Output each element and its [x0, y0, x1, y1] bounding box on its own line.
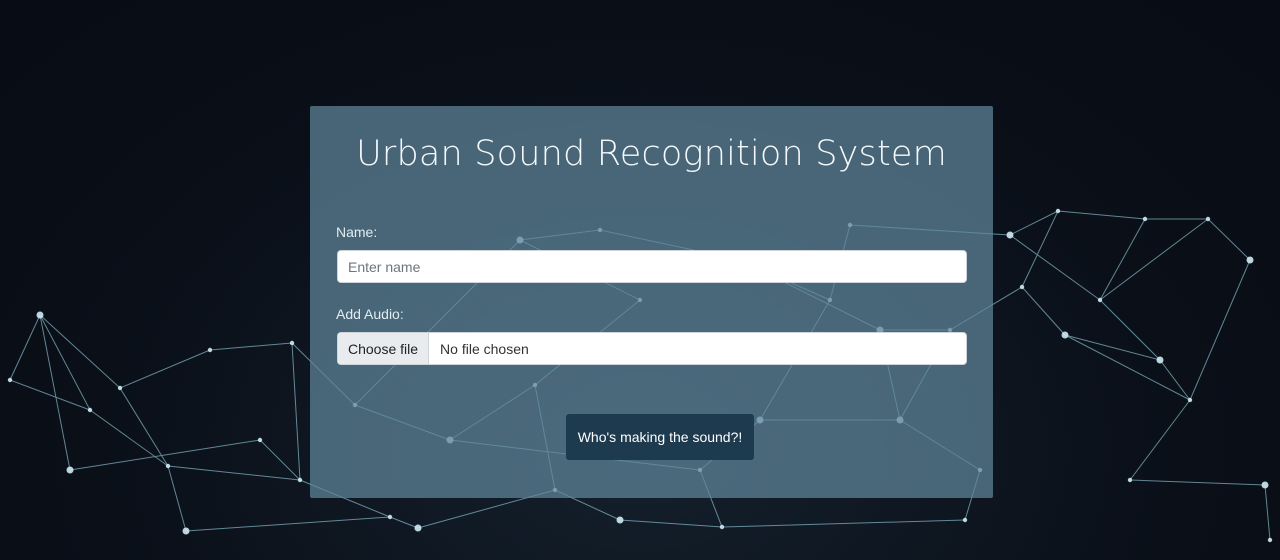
- network-node: [7, 377, 13, 383]
- network-line: [1064, 334, 1161, 361]
- network-node: [257, 437, 263, 443]
- page-title: Urban Sound Recognition System: [356, 134, 947, 174]
- network-node: [165, 463, 171, 469]
- network-line: [209, 342, 293, 351]
- network-line: [1064, 334, 1191, 401]
- network-line: [119, 387, 169, 467]
- audio-file-input[interactable]: Choose file No file chosen: [337, 332, 967, 365]
- network-line: [1099, 218, 1146, 301]
- network-line: [1009, 210, 1059, 236]
- network-line: [39, 314, 91, 411]
- network-node: [1142, 216, 1148, 222]
- network-line: [1009, 234, 1101, 301]
- network-line: [1021, 210, 1059, 288]
- network-line: [167, 465, 301, 481]
- network-line: [69, 439, 261, 471]
- network-line: [389, 516, 419, 529]
- network-node: [1156, 356, 1164, 364]
- network-line: [619, 519, 723, 528]
- submit-button[interactable]: Who's making the sound?!: [566, 414, 754, 460]
- network-line: [721, 519, 966, 528]
- network-node: [1187, 397, 1193, 403]
- network-line: [1189, 259, 1251, 401]
- network-node: [1061, 331, 1069, 339]
- network-node: [36, 311, 44, 319]
- network-node: [1267, 537, 1273, 543]
- network-node: [117, 385, 123, 391]
- network-node: [1127, 477, 1133, 483]
- network-node: [87, 407, 93, 413]
- network-line: [1021, 286, 1066, 336]
- network-node: [66, 466, 74, 474]
- network-node: [719, 524, 725, 530]
- network-line: [185, 516, 391, 532]
- network-node: [962, 517, 968, 523]
- network-line: [89, 409, 169, 467]
- network-node: [1055, 208, 1061, 214]
- network-node: [289, 340, 295, 346]
- network-node: [387, 514, 393, 520]
- network-line: [1264, 484, 1271, 541]
- network-node: [297, 477, 303, 483]
- name-label: Name:: [336, 224, 378, 240]
- network-line: [1099, 218, 1209, 301]
- network-line: [1099, 299, 1161, 361]
- network-line: [1159, 359, 1191, 401]
- choose-file-button[interactable]: Choose file: [338, 333, 430, 364]
- network-line: [1129, 399, 1191, 481]
- network-line: [1057, 210, 1146, 220]
- network-line: [9, 314, 41, 381]
- network-line: [259, 439, 301, 481]
- network-line: [9, 379, 91, 411]
- network-line: [167, 465, 187, 532]
- network-node: [1205, 216, 1211, 222]
- network-node: [1261, 481, 1269, 489]
- network-node: [1019, 284, 1025, 290]
- network-line: [291, 342, 301, 481]
- network-node: [1006, 231, 1014, 239]
- network-line: [1207, 218, 1251, 261]
- network-node: [182, 527, 190, 535]
- network-line: [119, 349, 211, 389]
- network-node: [1246, 256, 1254, 264]
- network-line: [1129, 479, 1266, 486]
- form-card: Urban Sound Recognition System Name: Add…: [310, 106, 993, 498]
- network-node: [207, 347, 213, 353]
- network-node: [1097, 297, 1103, 303]
- file-status-text: No file chosen: [440, 340, 529, 357]
- network-node: [414, 524, 422, 532]
- network-node: [616, 516, 624, 524]
- page-background: Urban Sound Recognition System Name: Add…: [0, 0, 1280, 560]
- name-input[interactable]: [337, 250, 967, 283]
- audio-label: Add Audio:: [336, 306, 404, 322]
